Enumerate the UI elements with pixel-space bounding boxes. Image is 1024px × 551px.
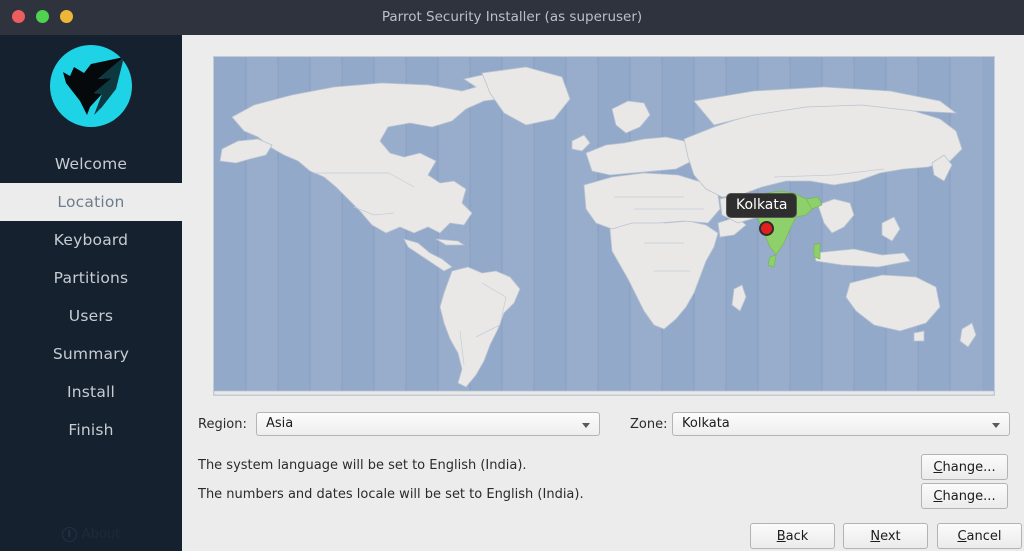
sidebar-item-partitions[interactable]: Partitions: [0, 259, 182, 297]
timezone-world-map[interactable]: Kolkata: [213, 56, 995, 396]
selected-city-tooltip: Kolkata: [726, 193, 798, 218]
zone-select[interactable]: Kolkata: [672, 412, 1010, 436]
world-map-graphic: [214, 57, 994, 395]
landmass-greenland: [481, 66, 571, 126]
logo-container: [0, 44, 182, 128]
sidebar-item-location[interactable]: Location: [0, 183, 182, 221]
island-tasmania: [913, 330, 925, 342]
title-bar: Parrot Security Installer (as superuser): [0, 0, 1024, 35]
main-content: Kolkata Region: Asia Zone: Kolkata The s…: [182, 35, 1024, 551]
region-select[interactable]: Asia: [256, 412, 600, 436]
sidebar-nav: Welcome Location Keyboard Partitions Use…: [0, 145, 182, 449]
about-button[interactable]: About: [0, 521, 182, 547]
parrot-logo-icon: [50, 45, 132, 127]
change-numbers-locale-button[interactable]: Change...: [921, 483, 1008, 509]
sidebar-item-summary[interactable]: Summary: [0, 335, 182, 373]
zone-label: Zone:: [630, 417, 668, 432]
region-zone-row: Region: Asia Zone: Kolkata: [198, 412, 1010, 438]
landmass-australia: [845, 274, 941, 332]
back-button[interactable]: Back: [750, 523, 835, 549]
sidebar-item-finish[interactable]: Finish: [0, 411, 182, 449]
region-label: Region:: [198, 417, 247, 432]
highlighted-region-andaman: [813, 242, 821, 260]
sidebar: Welcome Location Keyboard Partitions Use…: [0, 35, 182, 551]
installer-window: Parrot Security Installer (as superuser)…: [0, 0, 1024, 551]
parrot-bird-glyph: [63, 57, 124, 115]
sidebar-item-users[interactable]: Users: [0, 297, 182, 335]
window-title: Parrot Security Installer (as superuser): [381, 9, 643, 25]
landmass-europe: [585, 136, 697, 176]
numbers-dates-locale-text: The numbers and dates locale will be set…: [198, 487, 584, 502]
cancel-button[interactable]: Cancel: [937, 523, 1022, 549]
region-select-value: Asia: [266, 416, 294, 431]
next-button[interactable]: Next: [843, 523, 928, 549]
chevron-down-icon: [992, 423, 1000, 428]
chevron-down-icon: [582, 423, 590, 428]
selected-location-marker-icon[interactable]: [759, 221, 774, 236]
landmass-antarctica: [214, 390, 994, 395]
sidebar-item-install[interactable]: Install: [0, 373, 182, 411]
change-language-button[interactable]: Change...: [921, 454, 1008, 480]
system-language-text: The system language will be set to Engli…: [198, 458, 527, 473]
sidebar-item-welcome[interactable]: Welcome: [0, 145, 182, 183]
about-label: About: [81, 526, 121, 542]
sidebar-item-keyboard[interactable]: Keyboard: [0, 221, 182, 259]
zone-select-value: Kolkata: [682, 416, 730, 431]
island-madagascar: [731, 284, 747, 312]
info-icon: [61, 526, 77, 542]
